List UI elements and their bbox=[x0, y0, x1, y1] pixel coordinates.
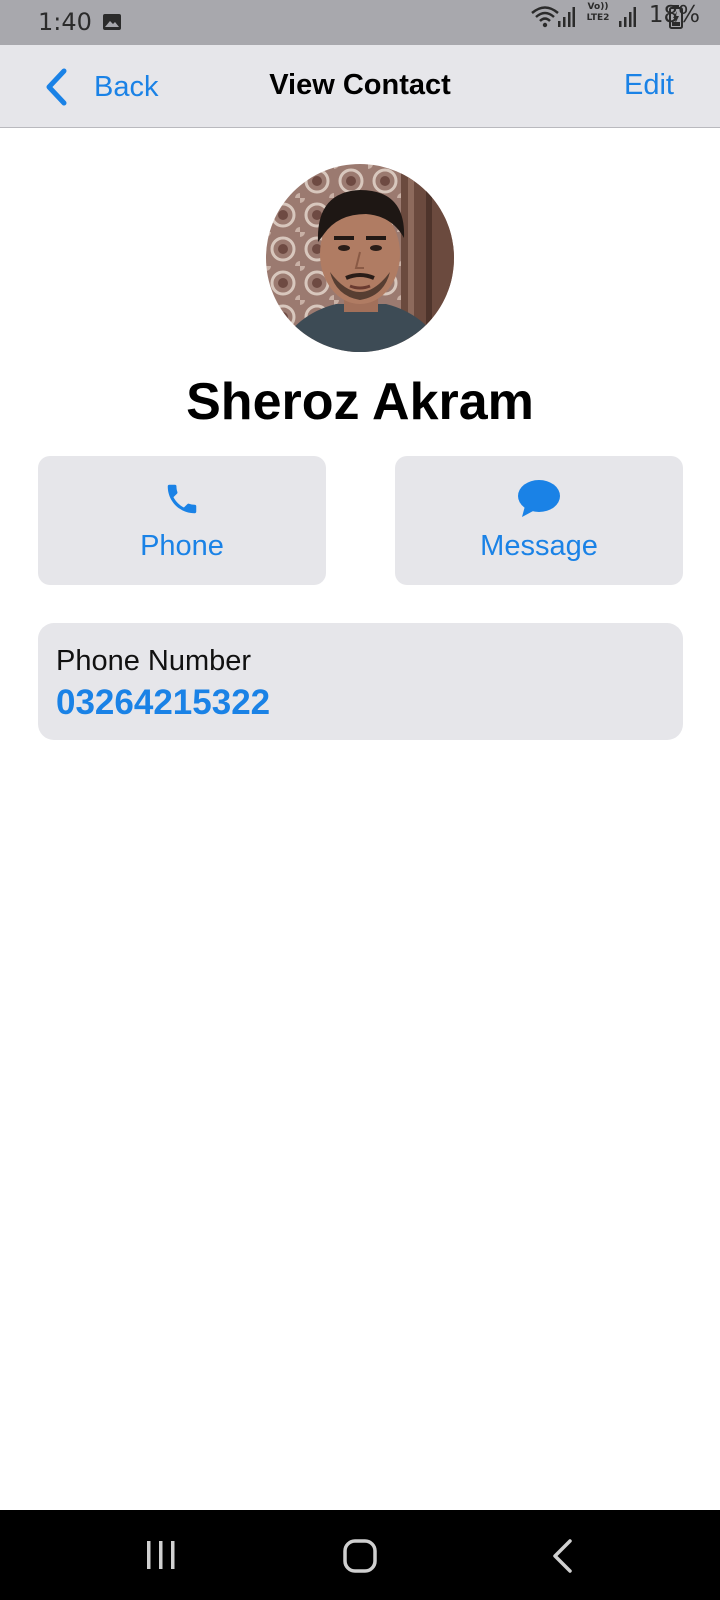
wifi-icon bbox=[531, 6, 559, 28]
phone-icon-wrapper bbox=[163, 478, 201, 520]
signal-icon bbox=[558, 7, 575, 27]
phone-number-value[interactable]: 03264215322 bbox=[56, 683, 270, 723]
page-title: View Contact bbox=[269, 69, 451, 101]
phone-button[interactable]: Phone bbox=[38, 456, 326, 585]
message-icon-wrapper bbox=[517, 478, 561, 520]
volte-bottom-text: LTE2 bbox=[586, 13, 610, 23]
recent-apps-icon[interactable] bbox=[144, 1538, 178, 1572]
contact-name: Sheroz Akram bbox=[186, 373, 534, 431]
phone-number-label: Phone Number bbox=[56, 645, 252, 677]
back-icon[interactable] bbox=[550, 1538, 576, 1574]
phone-number-card: Phone Number 03264215322 bbox=[38, 623, 683, 740]
gallery-icon bbox=[103, 14, 121, 30]
avatar[interactable] bbox=[266, 164, 454, 352]
phone-button-label: Phone bbox=[140, 530, 224, 562]
status-bar: 1:40 Vo)) LTE2 18% bbox=[0, 0, 720, 45]
signal-icon bbox=[619, 7, 636, 27]
message-button[interactable]: Message bbox=[395, 456, 683, 585]
message-button-label: Message bbox=[480, 530, 598, 562]
home-icon[interactable] bbox=[342, 1538, 378, 1574]
avatar-photo bbox=[266, 164, 454, 352]
phone-icon bbox=[167, 484, 197, 514]
volte-top-text: Vo)) bbox=[587, 2, 609, 12]
edit-button[interactable]: Edit bbox=[624, 69, 674, 102]
system-navigation-bar bbox=[0, 1510, 720, 1600]
navigation-bar: Back View Contact Edit bbox=[0, 45, 720, 128]
battery-icon bbox=[669, 5, 683, 29]
status-time: 1:40 bbox=[38, 8, 92, 36]
message-bubble-icon bbox=[518, 480, 560, 517]
view-contact-screen: 1:40 Vo)) LTE2 18% Back View Contact Edi… bbox=[0, 0, 720, 1600]
volte-icon: Vo)) LTE2 bbox=[580, 2, 616, 30]
